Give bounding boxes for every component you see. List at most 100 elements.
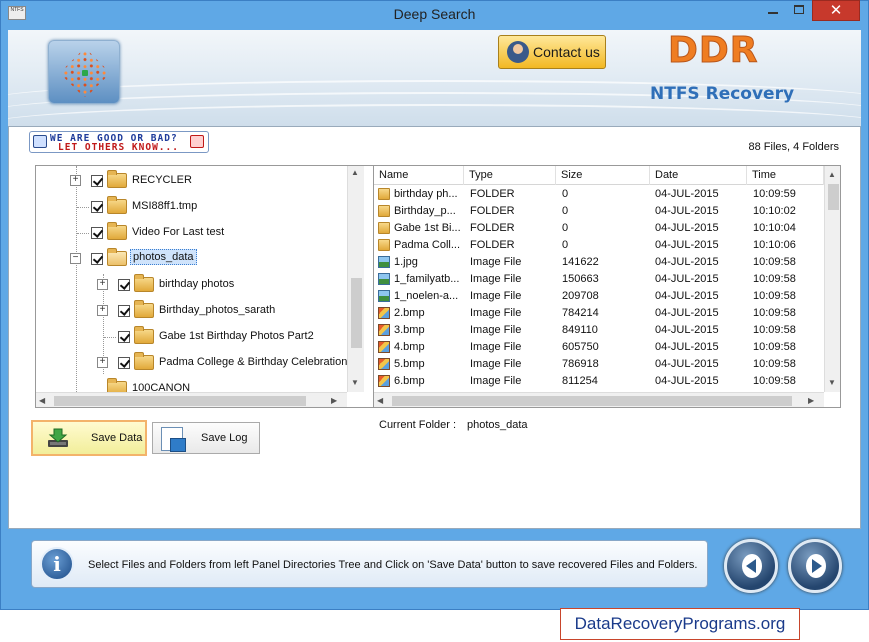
minimize-button[interactable] — [760, 0, 786, 20]
column-type[interactable]: Type — [464, 166, 556, 185]
cell-name: 5.bmp — [394, 358, 425, 370]
directory-tree[interactable]: + RECYCLER MSI88ff1.tmp Video For Last t… — [35, 165, 375, 408]
scroll-up-icon[interactable]: ▲ — [828, 170, 836, 179]
save-log-label: Save Log — [201, 432, 248, 444]
close-button[interactable]: ✕ — [812, 0, 860, 21]
table-row[interactable]: 1_familyatb... Image File 150663 04-JUL-… — [374, 271, 824, 288]
column-name[interactable]: Name — [374, 166, 464, 185]
folder-icon — [107, 170, 127, 188]
tree-checkbox[interactable] — [118, 279, 130, 291]
scroll-right-icon[interactable]: ▶ — [331, 396, 337, 405]
tree-checkbox[interactable] — [118, 331, 130, 343]
open-folder-icon — [107, 248, 127, 266]
tree-checkbox[interactable] — [118, 357, 130, 369]
scroll-left-icon[interactable]: ◀ — [377, 396, 383, 405]
image-file-icon — [378, 273, 390, 285]
list-vertical-scrollbar[interactable]: ▲ ▼ — [824, 166, 840, 392]
scroll-left-icon[interactable]: ◀ — [39, 396, 45, 405]
tree-item[interactable]: Video For Last test — [36, 222, 347, 244]
tree-item[interactable]: Gabe 1st Birthday Photos Part2 — [36, 326, 347, 348]
tree-checkbox[interactable] — [91, 227, 103, 239]
expand-icon[interactable]: + — [70, 175, 81, 186]
scroll-thumb[interactable] — [351, 278, 362, 348]
scroll-thumb[interactable] — [392, 396, 792, 406]
cell-type: Image File — [470, 358, 522, 370]
expand-icon[interactable]: + — [97, 305, 108, 316]
cell-date: 04-JUL-2015 — [655, 307, 719, 319]
cell-date: 04-JUL-2015 — [655, 239, 719, 251]
tree-item[interactable]: MSI88ff1.tmp — [36, 196, 347, 218]
cell-size: 141622 — [562, 256, 599, 268]
scroll-thumb[interactable] — [54, 396, 306, 406]
tree-item-label: MSI88ff1.tmp — [132, 200, 198, 212]
table-row[interactable]: 1.jpg Image File 141622 04-JUL-2015 10:0… — [374, 254, 824, 271]
cell-type: FOLDER — [470, 205, 515, 217]
table-row[interactable]: birthday ph... FOLDER 0 04-JUL-2015 10:0… — [374, 186, 824, 203]
tree-checkbox[interactable] — [91, 253, 103, 265]
cell-date: 04-JUL-2015 — [655, 375, 719, 387]
back-button[interactable] — [724, 539, 778, 593]
tree-item-label: RECYCLER — [132, 174, 192, 186]
scroll-right-icon[interactable]: ▶ — [808, 396, 814, 405]
table-row[interactable]: 4.bmp Image File 605750 04-JUL-2015 10:0… — [374, 339, 824, 356]
cell-type: FOLDER — [470, 239, 515, 251]
column-time[interactable]: Time — [747, 166, 824, 185]
tree-item[interactable]: + birthday photos — [36, 274, 347, 296]
tree-vertical-scrollbar[interactable]: ▲ ▼ — [347, 166, 364, 392]
table-row[interactable]: 5.bmp Image File 786918 04-JUL-2015 10:0… — [374, 356, 824, 373]
current-folder-label: Current Folder : — [379, 419, 457, 431]
folder-icon — [134, 326, 154, 344]
save-data-button[interactable]: Save Data — [31, 420, 147, 456]
table-row[interactable]: 1_noelen-a... Image File 209708 04-JUL-2… — [374, 288, 824, 305]
folder-icon — [378, 188, 390, 200]
scroll-up-icon[interactable]: ▲ — [351, 168, 359, 177]
cell-type: Image File — [470, 273, 522, 285]
tree-item-selected[interactable]: − photos_data — [36, 248, 347, 270]
cell-time: 10:09:58 — [753, 324, 796, 336]
cell-type: Image File — [470, 324, 522, 336]
table-row[interactable]: 3.bmp Image File 849110 04-JUL-2015 10:0… — [374, 322, 824, 339]
contact-us-button[interactable]: Contact us — [498, 35, 606, 69]
title-bar: NTFS Deep Search ✕ — [0, 0, 869, 30]
file-list[interactable]: Name Type Size Date Time birthday ph... … — [373, 165, 841, 408]
tree-guide — [77, 207, 89, 208]
header-banner: Contact us DDR NTFS Recovery — [8, 30, 861, 126]
tree-horizontal-scrollbar[interactable]: ◀ ▶ — [36, 392, 347, 407]
info-icon: i — [40, 547, 74, 581]
tree-checkbox[interactable] — [91, 175, 103, 187]
tree-item[interactable]: + Birthday_photos_sarath — [36, 300, 347, 322]
save-log-button[interactable]: Save Log — [152, 422, 260, 454]
window-title: Deep Search — [393, 6, 476, 22]
cell-name: Birthday_p... — [394, 205, 456, 217]
table-row[interactable]: 6.bmp Image File 811254 04-JUL-2015 10:0… — [374, 373, 824, 390]
table-row[interactable]: Gabe 1st Bi... FOLDER 0 04-JUL-2015 10:1… — [374, 220, 824, 237]
table-row[interactable]: Padma Coll... FOLDER 0 04-JUL-2015 10:10… — [374, 237, 824, 254]
list-horizontal-scrollbar[interactable]: ◀ ▶ — [374, 392, 824, 407]
table-row[interactable]: 2.bmp Image File 784214 04-JUL-2015 10:0… — [374, 305, 824, 322]
scroll-down-icon[interactable]: ▼ — [828, 378, 836, 387]
feedback-banner[interactable]: WE ARE GOOD OR BAD? LET OTHERS KNOW... — [29, 131, 209, 153]
folder-icon — [107, 222, 127, 240]
contact-us-label: Contact us — [533, 44, 600, 60]
maximize-button[interactable] — [786, 0, 812, 20]
cell-date: 04-JUL-2015 — [655, 205, 719, 217]
next-button[interactable] — [788, 539, 842, 593]
support-person-icon — [507, 41, 529, 63]
tree-item[interactable]: + RECYCLER — [36, 170, 347, 192]
feedback-line2: LET OTHERS KNOW... — [58, 142, 179, 153]
expand-icon[interactable]: + — [97, 357, 108, 368]
column-date[interactable]: Date — [650, 166, 747, 185]
tree-guide — [104, 337, 116, 338]
tree-checkbox[interactable] — [91, 201, 103, 213]
cell-size: 605750 — [562, 341, 599, 353]
scroll-thumb[interactable] — [828, 184, 839, 210]
collapse-icon[interactable]: − — [70, 253, 81, 264]
scroll-down-icon[interactable]: ▼ — [351, 378, 359, 387]
expand-icon[interactable]: + — [97, 279, 108, 290]
tree-checkbox[interactable] — [118, 305, 130, 317]
close-icon: ✕ — [829, 2, 843, 19]
cell-name: 2.bmp — [394, 307, 425, 319]
table-row[interactable]: Birthday_p... FOLDER 0 04-JUL-2015 10:10… — [374, 203, 824, 220]
tree-item[interactable]: + Padma College & Birthday Celebration P — [36, 352, 358, 374]
column-size[interactable]: Size — [556, 166, 650, 185]
